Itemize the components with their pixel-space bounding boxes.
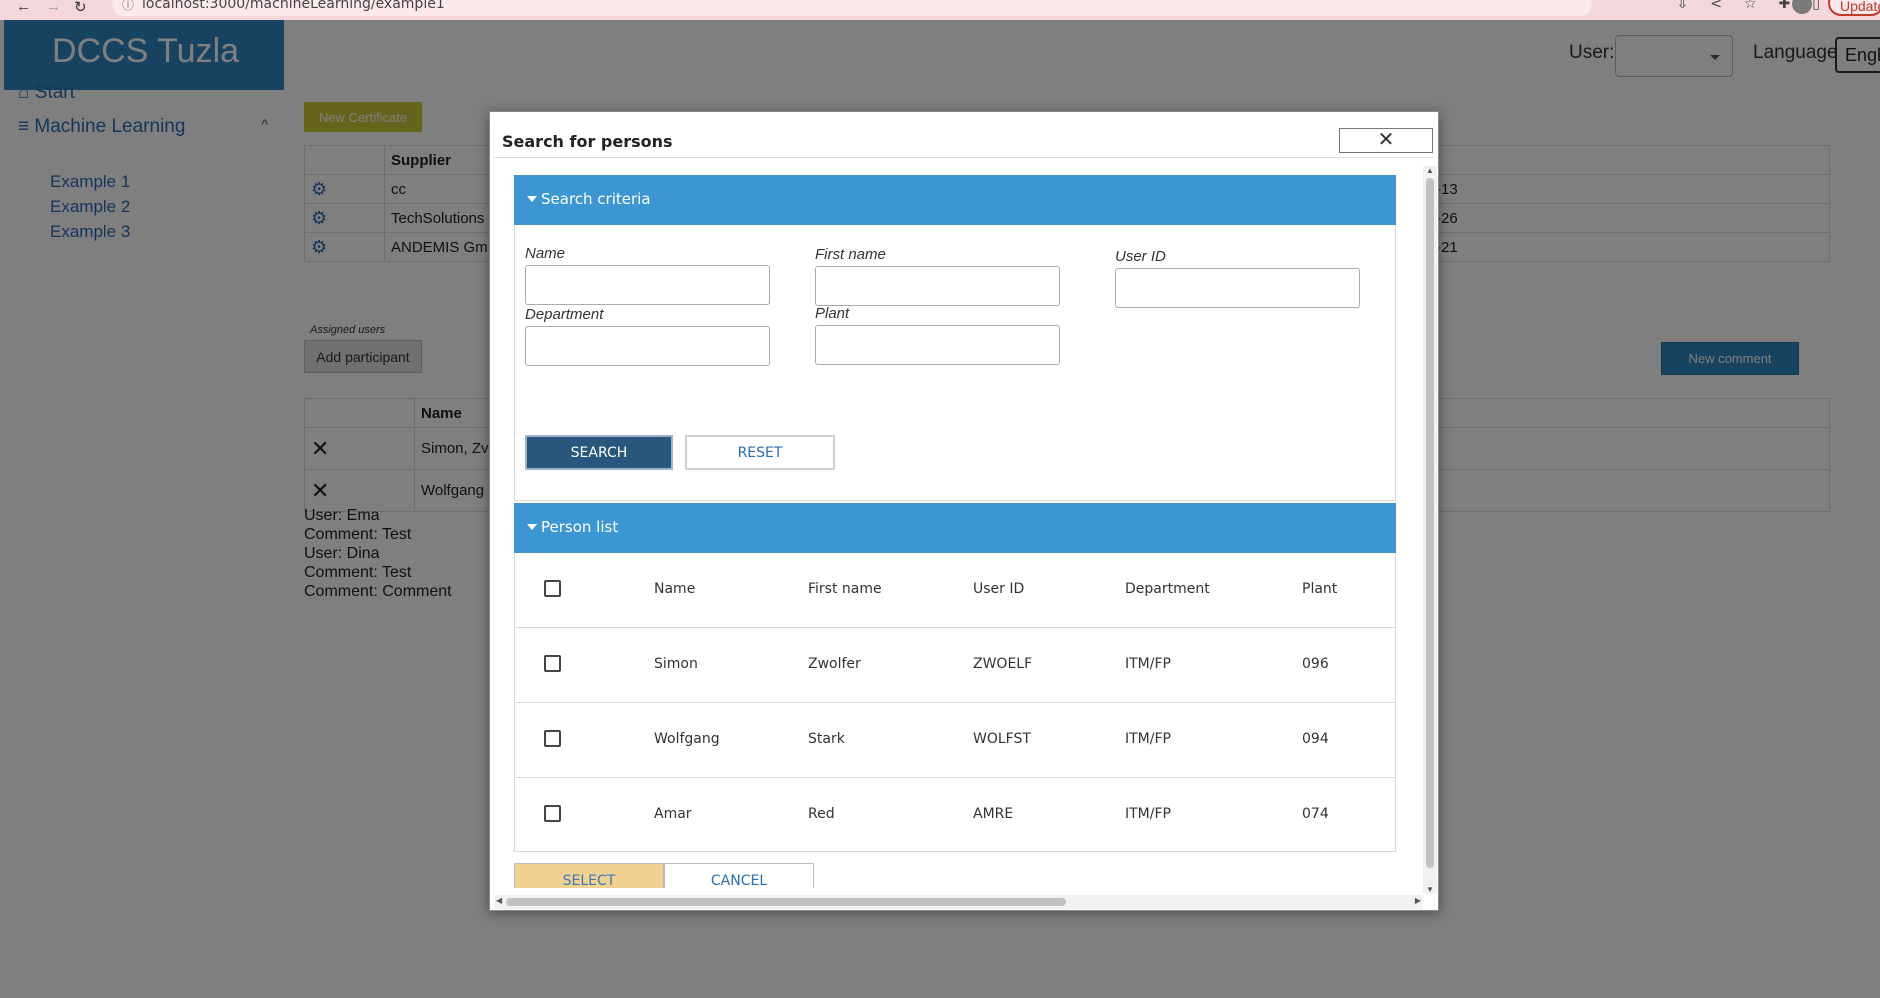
horizontal-scrollbar[interactable]: ◀ ▶: [494, 895, 1423, 909]
person-list-table: Name First name User ID Department Plant…: [514, 553, 1396, 852]
close-icon[interactable]: ✕: [1339, 128, 1433, 153]
scrollbar-thumb[interactable]: [1426, 178, 1434, 868]
column-header-department: Department: [1125, 581, 1210, 597]
scroll-up-icon[interactable]: ▲: [1426, 166, 1434, 175]
address-bar[interactable]: ⓘ localhost:3000/machineLearning/example…: [112, 0, 1592, 16]
reset-button[interactable]: RESET: [685, 435, 835, 470]
person-list-header-row: Name First name User ID Department Plant: [515, 553, 1395, 628]
scroll-left-icon[interactable]: ◀: [496, 896, 502, 905]
first-name-cell: Stark: [808, 731, 845, 747]
plant-cell: 074: [1302, 806, 1329, 822]
department-input[interactable]: [525, 326, 770, 366]
plant-cell: 094: [1302, 731, 1329, 747]
first-name-label: First name: [815, 246, 886, 263]
scroll-right-icon[interactable]: ▶: [1415, 896, 1421, 905]
user-id-cell: AMRE: [973, 806, 1014, 822]
dialog-body: Search criteria Name First name User ID …: [514, 175, 1396, 888]
dialog-title: Search for persons: [502, 132, 673, 151]
department-label: Department: [525, 306, 604, 323]
plant-label: Plant: [815, 305, 850, 322]
name-cell: Wolfgang: [654, 731, 720, 747]
user-id-cell: ZWOELF: [973, 656, 1033, 672]
plant-input[interactable]: [815, 325, 1060, 365]
select-button[interactable]: SELECT: [514, 863, 664, 888]
name-cell: Amar: [654, 806, 692, 822]
row-checkbox[interactable]: [544, 805, 561, 822]
browser-toolbar: ← → ↻ ⓘ localhost:3000/machineLearning/e…: [0, 0, 1880, 20]
name-cell: Simon: [654, 656, 698, 672]
panel-title: Search criteria: [541, 190, 651, 208]
bookmark-star-icon[interactable]: ☆: [1744, 0, 1757, 12]
select-all-checkbox[interactable]: [544, 580, 561, 597]
site-info-icon[interactable]: ⓘ: [122, 0, 134, 13]
scroll-down-icon[interactable]: ▼: [1426, 885, 1434, 894]
search-criteria-header[interactable]: Search criteria: [514, 175, 1396, 225]
cancel-button[interactable]: CANCEL: [664, 863, 814, 888]
first-name-cell: Zwolfer: [808, 656, 861, 672]
forward-icon[interactable]: →: [46, 0, 61, 15]
user-id-cell: WOLFST: [973, 731, 1031, 747]
dialog-header: Search for persons ✕: [494, 116, 1434, 158]
user-id-label: User ID: [1115, 248, 1166, 265]
panel-title: Person list: [541, 518, 619, 536]
first-name-input[interactable]: [815, 266, 1060, 306]
name-input[interactable]: [525, 265, 770, 305]
name-label: Name: [525, 245, 566, 262]
table-row[interactable]: Amar Red AMRE ITM/FP 074: [515, 778, 1395, 853]
column-header-plant: Plant: [1302, 581, 1338, 597]
install-icon[interactable]: ⇩: [1677, 0, 1689, 12]
department-cell: ITM/FP: [1125, 656, 1171, 672]
table-row[interactable]: Wolfgang Stark WOLFST ITM/FP 094: [515, 703, 1395, 778]
plant-cell: 096: [1302, 656, 1329, 672]
side-panel-icon[interactable]: ▯: [1812, 0, 1820, 12]
row-checkbox[interactable]: [544, 730, 561, 747]
department-cell: ITM/FP: [1125, 806, 1171, 822]
caret-down-icon: [527, 524, 537, 530]
column-header-first-name: First name: [808, 581, 882, 597]
back-icon[interactable]: ←: [16, 0, 31, 15]
column-header-name: Name: [654, 581, 696, 597]
user-id-input[interactable]: [1115, 268, 1360, 308]
first-name-cell: Red: [808, 806, 835, 822]
person-list-header[interactable]: Person list: [514, 503, 1396, 553]
share-icon[interactable]: <: [1710, 0, 1722, 12]
row-checkbox[interactable]: [544, 655, 561, 672]
scrollbar-thumb[interactable]: [506, 898, 1066, 906]
extensions-icon[interactable]: ✚: [1779, 0, 1791, 12]
column-header-user-id: User ID: [973, 581, 1025, 597]
update-button[interactable]: Update: [1828, 0, 1880, 16]
search-button[interactable]: SEARCH: [525, 435, 673, 470]
url-text: localhost:3000/machineLearning/example1: [142, 0, 445, 12]
caret-down-icon: [527, 196, 537, 202]
reload-icon[interactable]: ↻: [74, 0, 87, 16]
table-row[interactable]: Simon Zwolfer ZWOELF ITM/FP 096: [515, 628, 1395, 703]
search-persons-dialog: Search for persons ✕ Search criteria Nam…: [489, 111, 1439, 911]
vertical-scrollbar[interactable]: ▲ ▼: [1423, 166, 1437, 894]
department-cell: ITM/FP: [1125, 731, 1171, 747]
